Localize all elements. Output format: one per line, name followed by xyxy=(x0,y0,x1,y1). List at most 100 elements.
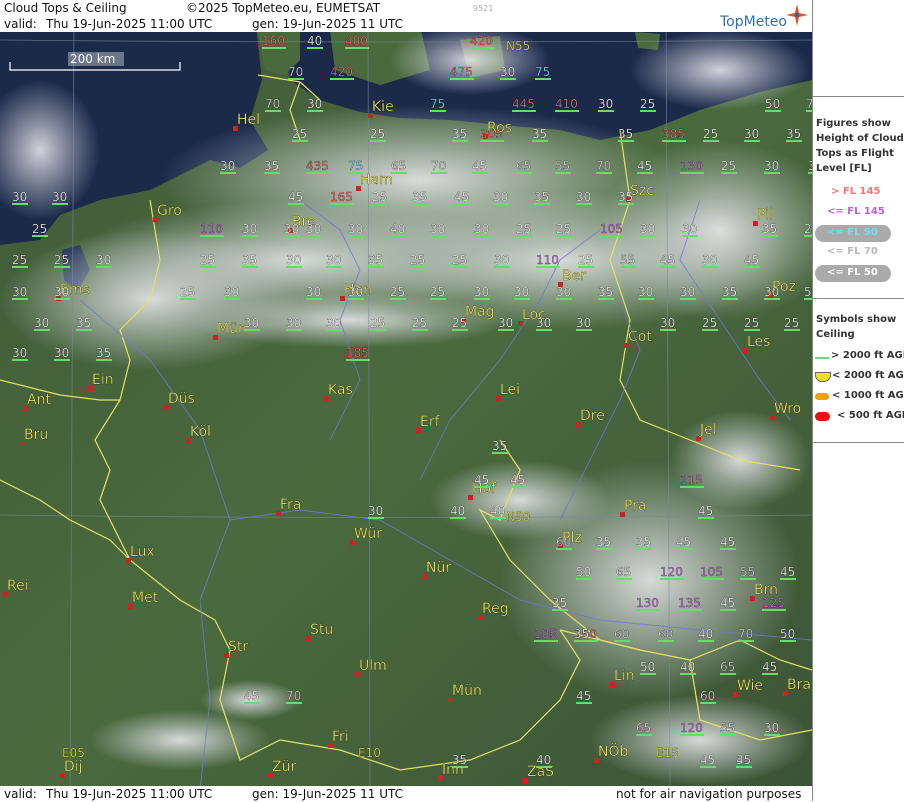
flight-level-label: 115 xyxy=(680,473,703,487)
flight-level-label: 30 xyxy=(12,190,27,204)
flight-level-label: 105 xyxy=(534,627,557,641)
flight-level-label: 420 xyxy=(330,65,353,79)
legend-tops-title-line: Figures show xyxy=(816,118,891,129)
city-label: Lux xyxy=(130,544,155,560)
flight-level-label: 45 xyxy=(472,159,487,173)
ceiling-marker xyxy=(680,734,704,736)
city-label: Pra xyxy=(624,498,647,514)
ceiling-marker xyxy=(744,140,760,142)
flight-level-label: 30 xyxy=(348,285,363,299)
ceiling-marker xyxy=(636,734,652,736)
ceiling-marker xyxy=(430,235,446,237)
city-label: Nür xyxy=(426,560,451,576)
flight-level-label: 30 xyxy=(12,285,27,299)
flight-level-label: 135 xyxy=(678,596,701,610)
ceiling-marker xyxy=(744,329,760,331)
ceiling-marker xyxy=(368,517,384,519)
flight-level-label: 30 xyxy=(326,316,341,330)
ceiling-marker xyxy=(284,235,300,237)
ceiling-marker xyxy=(262,47,286,49)
ceiling-marker xyxy=(596,548,612,550)
footer-valid-label: valid: xyxy=(4,787,37,801)
flight-level-label: 25 xyxy=(370,127,385,141)
flight-level-label: 30 xyxy=(52,190,67,204)
flight-level-label: 45 xyxy=(762,660,777,674)
ceiling-marker xyxy=(472,172,488,174)
ceiling-marker xyxy=(536,766,552,768)
flight-level-label: 30 xyxy=(764,159,779,173)
ceiling-marker xyxy=(698,517,714,519)
flight-level-label: 45 xyxy=(780,565,795,579)
ceiling-marker xyxy=(76,329,92,331)
ceiling-marker xyxy=(620,266,636,268)
ceiling-marker xyxy=(516,235,532,237)
ceiling-marker xyxy=(307,110,323,112)
legend-tops-title-line: Tops as Flight xyxy=(816,148,894,159)
city-label: Fra xyxy=(280,497,301,513)
ceiling-marker xyxy=(54,266,70,268)
flight-level-label: 60 xyxy=(700,689,715,703)
flight-level-label: 125 xyxy=(762,596,785,610)
flight-level-label: 30 xyxy=(286,316,301,330)
city-label: Mün xyxy=(452,683,482,699)
ceiling-marker xyxy=(765,110,781,112)
grid-label: N50 xyxy=(506,510,530,524)
flight-level-label: 120 xyxy=(680,721,703,735)
legend-tops-item: <= FL 90 xyxy=(813,225,904,243)
ceiling-marker xyxy=(470,47,494,49)
city-label: Ulm xyxy=(359,658,387,674)
flight-level-label: 400 xyxy=(345,34,368,48)
legend-ceiling-item: < 1000 ft AGL xyxy=(813,390,904,408)
satellite-map[interactable]: Hel Kie Ros Ham Gro Bre Szc Pil Ber Ems Han Mag Loc P… xyxy=(0,0,812,801)
city-label: Szc xyxy=(630,183,654,199)
ceiling-marker xyxy=(780,578,796,580)
ceiling-marker xyxy=(660,578,684,580)
ceiling-marker xyxy=(454,203,470,205)
ceiling-marker xyxy=(452,329,468,331)
flight-level-label: 35 xyxy=(552,596,567,610)
flight-level-label: 30 xyxy=(598,97,613,111)
ceiling-marker xyxy=(678,609,702,611)
ceiling-marker xyxy=(390,235,406,237)
city-label: Ant xyxy=(27,392,51,408)
flight-level-label: 35 xyxy=(412,190,427,204)
flight-level-label: 35 xyxy=(96,346,111,360)
city-label: Gro xyxy=(157,203,182,219)
grid-label: E10 xyxy=(358,746,381,760)
flight-level-label: 25 xyxy=(516,222,531,236)
legend-tops-label: > FL 145 xyxy=(831,186,881,197)
flight-level-label: 105 xyxy=(600,222,623,236)
flight-level-label: 40 xyxy=(680,660,695,674)
flight-level-label: 30 xyxy=(220,159,235,173)
ceiling-marker xyxy=(348,235,364,237)
ceiling-marker xyxy=(764,298,780,300)
flight-level-label: 30 xyxy=(96,253,111,267)
ceiling-marker xyxy=(576,702,592,704)
ceiling-marker xyxy=(744,266,760,268)
flight-level-label: 45 xyxy=(637,159,652,173)
ceiling-marker xyxy=(574,640,590,642)
flight-level-label: 45 xyxy=(736,753,751,767)
flight-level-label: 30 xyxy=(536,316,551,330)
ceiling-marker xyxy=(676,548,692,550)
city-label: Wro xyxy=(774,401,801,417)
flight-level-label: 30 xyxy=(764,285,779,299)
flight-level-label: 30 xyxy=(54,346,69,360)
flight-level-label: 35 xyxy=(242,253,257,267)
ceiling-marker xyxy=(474,298,490,300)
ceiling-marker xyxy=(720,609,736,611)
ceiling-marker xyxy=(510,486,526,488)
legend-tops-label: <= FL 50 xyxy=(827,267,878,278)
ceiling-marker xyxy=(532,140,548,142)
ceiling-marker xyxy=(410,266,426,268)
flight-level-label: 65 xyxy=(516,159,531,173)
city-label: Bra xyxy=(787,677,811,693)
ceiling-marker xyxy=(780,640,796,642)
ceiling-marker xyxy=(680,298,696,300)
city-label: Stu xyxy=(310,622,333,638)
flight-level-label: 30 xyxy=(682,222,697,236)
city-label: Ham xyxy=(360,172,393,188)
ceiling-marker xyxy=(430,298,446,300)
ceiling-marker xyxy=(346,359,370,361)
flight-level-label: 30 xyxy=(702,253,717,267)
